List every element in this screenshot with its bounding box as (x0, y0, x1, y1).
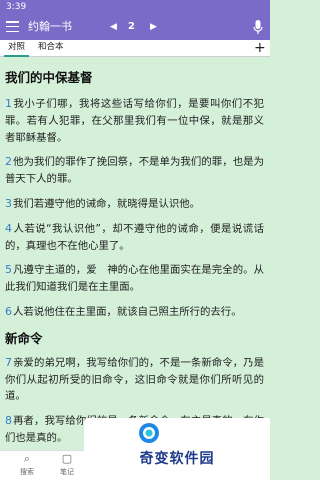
site-watermark: 奇变软件园 (84, 418, 270, 480)
status-time: 3:39 (6, 2, 27, 12)
version-tabs: 对照 和合本 + (0, 40, 270, 57)
tab-compare[interactable]: 对照 (4, 40, 30, 57)
verse-text: 凡遵守主道的，爱 神的心在他里面实在是完全的。从此我们知道我们是在主里面。 (5, 264, 264, 294)
hamburger-menu-icon[interactable] (6, 21, 19, 33)
verse-number: 8 (5, 414, 12, 428)
verse-text: 我们若遵守他的诫命，就晓得是认识他。 (13, 197, 201, 210)
verse[interactable]: 4人若说“我认识他”，却不遵守他的诫命，便是说谎话的，真理也不在他心里了。 (5, 221, 264, 255)
app-bar: 约翰一书 ◀ 2 ▶ (0, 14, 270, 40)
status-bar: 3:39 (0, 0, 270, 14)
verse-text: 亲爱的弟兄啊，我写给你们的，不是一条新命令，乃是你们从起初所受的旧命令，这旧命令… (5, 356, 264, 403)
tab-union-version[interactable]: 和合本 (34, 40, 68, 57)
verse-text: 他为我们的罪作了挽回祭，不是单为我们的罪，也是为普天下人的罪。 (5, 156, 264, 186)
book-title[interactable]: 约翰一书 (28, 14, 72, 40)
verse-text: 人若说“我认识他”，却不遵守他的诫命，便是说谎话的，真理也不在他心里了。 (5, 222, 264, 252)
verse[interactable]: 7亲爱的弟兄啊，我写给你们的，不是一条新命令，乃是你们从起初所受的旧命令，这旧命… (5, 355, 264, 405)
verse[interactable]: 1我小子们哪，我将这些话写给你们，是要叫你们不犯罪。若有人犯罪，在父那里我们有一… (5, 96, 264, 146)
verse[interactable]: 2他为我们的罪作了挽回祭，不是单为我们的罪，也是为普天下人的罪。 (5, 154, 264, 188)
verse[interactable]: 3我们若遵守他的诫命，就晓得是认识他。 (5, 196, 264, 213)
verse-number: 6 (5, 304, 12, 318)
add-tab-icon[interactable]: + (254, 40, 266, 57)
verse[interactable]: 6人若说他住在主里面，就该自己照主所行的去行。 (5, 304, 264, 321)
verse[interactable]: 5凡遵守主道的，爱 神的心在他里面实在是完全的。从此我们知道我们是在主里面。 (5, 262, 264, 296)
next-chapter-icon[interactable]: ▶ (150, 14, 157, 40)
verse-text: 我小子们哪，我将这些话写给你们，是要叫你们不犯罪。若有人犯罪，在父那里我们有一位… (5, 98, 264, 144)
watermark-logo-icon (139, 423, 159, 443)
verse-number: 2 (5, 155, 12, 169)
section-heading: 我们的中保基督 (5, 70, 93, 85)
section-heading: 新命令 (5, 330, 43, 346)
chapter-number[interactable]: 2 (128, 14, 135, 40)
verse-number: 4 (5, 221, 12, 235)
chapter-content[interactable]: 我们的中保基督 1我小子们哪，我将这些话写给你们，是要叫你们不犯罪。若有人犯罪，… (0, 58, 270, 450)
previous-chapter-icon[interactable]: ◀ (110, 14, 117, 40)
verse-text: 人若说他住在主里面，就该自己照主所行的去行。 (13, 305, 242, 318)
verse-number: 7 (5, 355, 12, 369)
verse-number: 3 (5, 196, 12, 210)
microphone-icon[interactable] (253, 20, 263, 35)
verse-number: 5 (5, 263, 12, 277)
verse-number: 1 (5, 97, 12, 110)
watermark-text: 奇变软件园 (139, 451, 215, 467)
